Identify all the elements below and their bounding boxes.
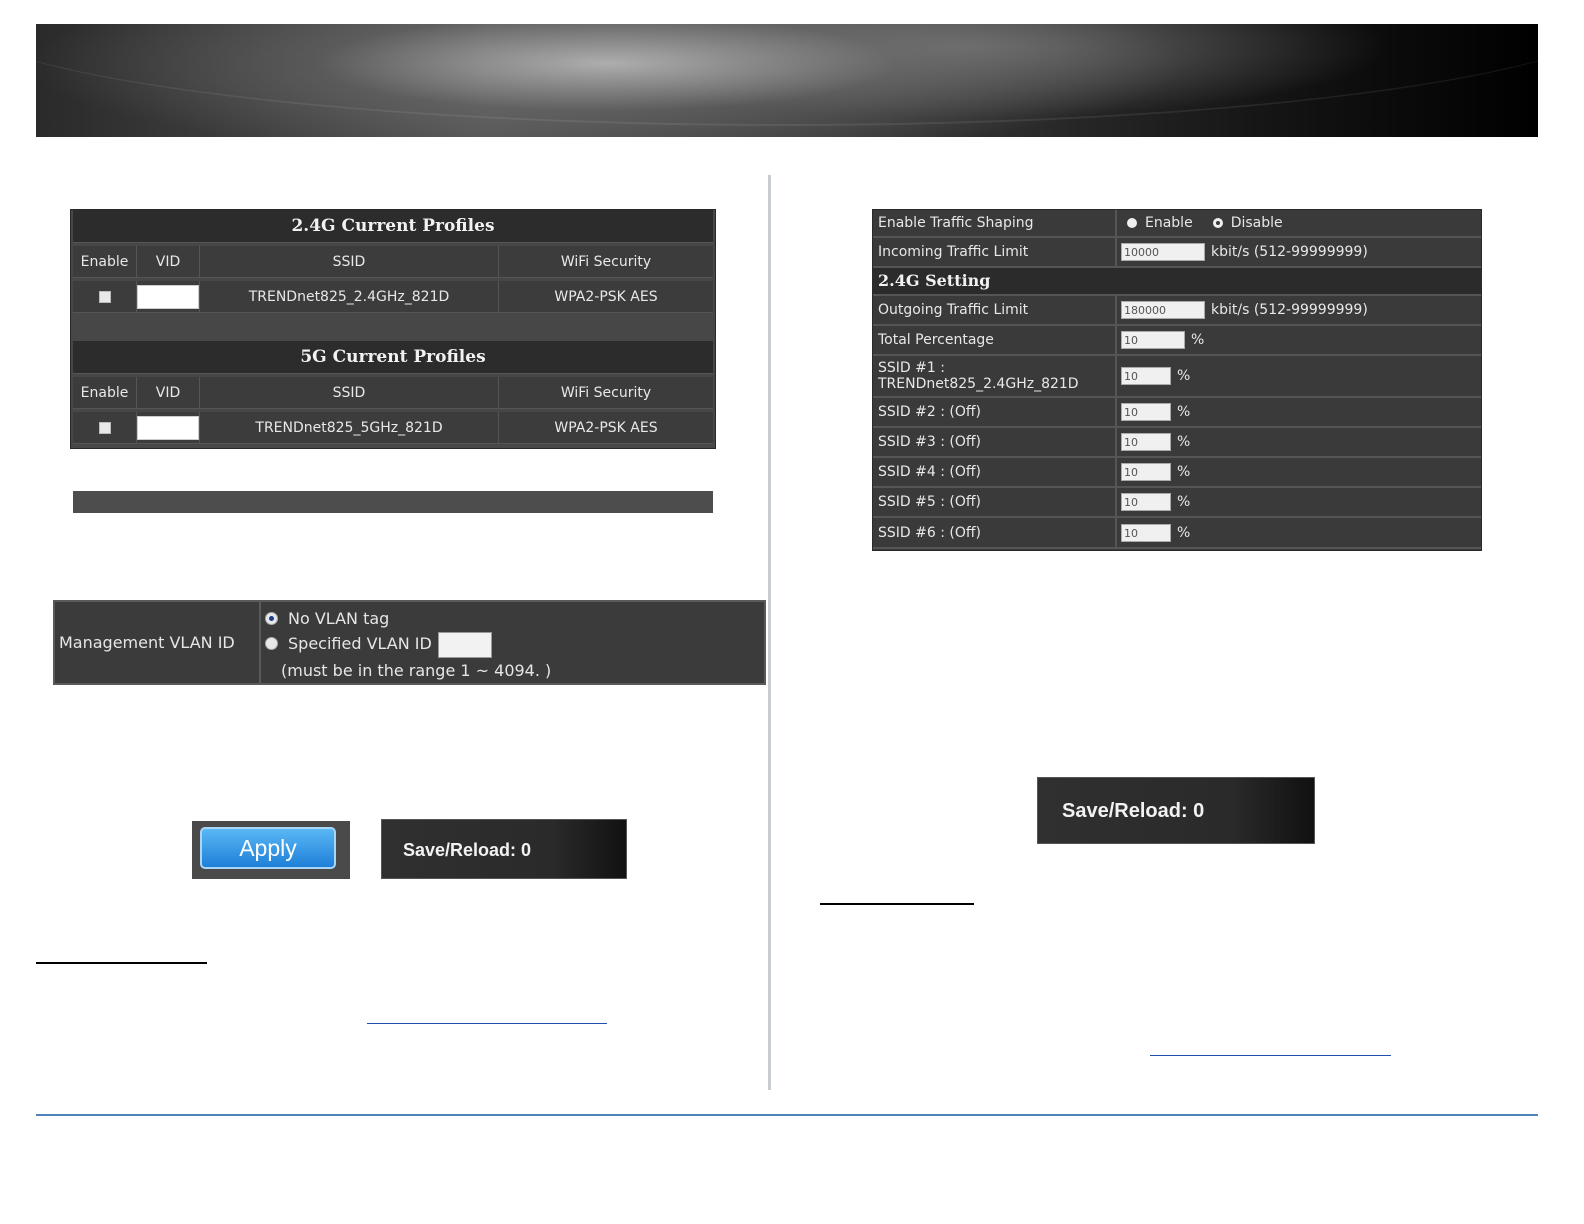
management-vlan-label: Management VLAN ID xyxy=(59,602,261,683)
percent-sign: % xyxy=(1177,368,1191,384)
table-row: TRENDnet825_2.4GHz_821D WPA2-PSK AES xyxy=(73,281,713,313)
save-reload-button[interactable]: Save/Reload: 0 xyxy=(381,819,627,879)
radio-enable-icon[interactable] xyxy=(1127,218,1137,228)
vlan-id-input[interactable] xyxy=(437,631,492,658)
option-label: Specified VLAN ID xyxy=(288,634,432,653)
ssid-5-label: SSID #5 : (Off) xyxy=(873,488,1117,516)
row-ssid-4: SSID #4 : (Off) 10% xyxy=(873,458,1481,488)
row-ssid-2: SSID #2 : (Off) 10% xyxy=(873,398,1481,428)
management-vlan-options: No VLAN tag Specified VLAN ID (must be i… xyxy=(265,606,551,683)
ssid-2-percent-input[interactable]: 10 xyxy=(1121,403,1171,421)
security-cell: WPA2-PSK AES xyxy=(499,281,713,313)
ssid-3-label: SSID #3 : (Off) xyxy=(873,428,1117,456)
incoming-limit-label: Incoming Traffic Limit xyxy=(873,238,1117,266)
link-underline-right[interactable] xyxy=(1150,1055,1391,1056)
profiles-24g-header-row: Enable VID SSID WiFi Security xyxy=(73,246,713,278)
section-24g-setting: 2.4G Setting xyxy=(873,268,1481,296)
row-enable-traffic-shaping: Enable Traffic Shaping Enable Disable xyxy=(873,210,1481,238)
col-ssid: SSID xyxy=(200,377,499,409)
ssid-1-percent-input[interactable]: 10 xyxy=(1121,367,1171,385)
apply-button[interactable]: Apply xyxy=(200,827,336,869)
vid-input-24g[interactable] xyxy=(137,284,199,309)
vid-input-5g[interactable] xyxy=(137,415,199,440)
disable-option-label: Disable xyxy=(1230,215,1283,231)
radio-icon[interactable] xyxy=(265,637,278,650)
save-reload-button-right[interactable]: Save/Reload: 0 xyxy=(1037,777,1315,844)
enable-checkbox-24g[interactable] xyxy=(98,290,111,303)
row-outgoing-limit: Outgoing Traffic Limit 180000 kbit/s (512… xyxy=(873,296,1481,326)
ssid-4-label: SSID #4 : (Off) xyxy=(873,458,1117,486)
outgoing-limit-label: Outgoing Traffic Limit xyxy=(873,296,1117,324)
outgoing-unit: kbit/s (512-99999999) xyxy=(1211,302,1368,318)
percent-sign: % xyxy=(1177,404,1191,420)
ssid-label: SSID #1 : xyxy=(878,360,945,376)
percent-sign: % xyxy=(1191,332,1205,348)
row-ssid-5: SSID #5 : (Off) 10% xyxy=(873,488,1481,518)
profiles-5g-title: 5G Current Profiles xyxy=(73,341,713,374)
row-ssid-1: SSID #1 : TRENDnet825_2.4GHz_821D 10% xyxy=(873,356,1481,398)
col-enable: Enable xyxy=(73,377,137,409)
option-label: No VLAN tag xyxy=(288,609,390,628)
table-row: TRENDnet825_5GHz_821D WPA2-PSK AES xyxy=(73,412,713,444)
percent-sign: % xyxy=(1177,494,1191,510)
heading-underline-right xyxy=(820,903,974,905)
total-percentage-input[interactable]: 10 xyxy=(1121,331,1185,349)
percent-sign: % xyxy=(1177,434,1191,450)
col-vid: VID xyxy=(137,246,200,278)
ssid-6-percent-input[interactable]: 10 xyxy=(1121,523,1171,542)
percent-sign: % xyxy=(1177,464,1191,480)
option-no-vlan-tag[interactable]: No VLAN tag xyxy=(265,606,551,631)
outgoing-limit-input[interactable]: 180000 xyxy=(1121,301,1205,319)
current-profiles-table: 2.4G Current Profiles Enable VID SSID Wi… xyxy=(70,209,716,513)
profiles-5g-header-row: Enable VID SSID WiFi Security xyxy=(73,377,713,409)
heading-underline-left xyxy=(36,962,207,964)
traffic-shaping-table: Enable Traffic Shaping Enable Disable In… xyxy=(872,209,1482,551)
range-note: (must be in the range 1 ~ 4094. ) xyxy=(281,660,552,680)
row-total-percentage: Total Percentage 10% xyxy=(873,326,1481,356)
incoming-limit-input[interactable]: 10000 xyxy=(1121,243,1205,261)
ssid-5-percent-input[interactable]: 10 xyxy=(1121,493,1171,511)
radio-disable-icon[interactable] xyxy=(1212,218,1223,228)
ssid-4-percent-input[interactable]: 10 xyxy=(1121,463,1171,481)
table-spacer xyxy=(73,491,713,513)
management-vlan-panel: Management VLAN ID No VLAN tag Specified… xyxy=(53,600,766,685)
column-divider xyxy=(768,175,771,1090)
col-vid: VID xyxy=(137,377,200,409)
incoming-unit: kbit/s (512-99999999) xyxy=(1211,244,1368,260)
ssid-2-label: SSID #2 : (Off) xyxy=(873,398,1117,426)
ssid-name: TRENDnet825_2.4GHz_821D xyxy=(878,376,1079,392)
enable-option-label: Enable xyxy=(1145,215,1193,231)
ssid-3-percent-input[interactable]: 10 xyxy=(1121,433,1171,451)
ssid-1-label: SSID #1 : TRENDnet825_2.4GHz_821D xyxy=(873,356,1117,396)
col-security: WiFi Security xyxy=(499,246,713,278)
security-cell: WPA2-PSK AES xyxy=(499,412,713,444)
apply-button-frame: Apply xyxy=(192,821,350,879)
ssid-cell: TRENDnet825_2.4GHz_821D xyxy=(200,281,499,313)
percent-sign: % xyxy=(1177,524,1191,541)
total-percentage-label: Total Percentage xyxy=(873,326,1117,354)
ssid-6-label: SSID #6 : (Off) xyxy=(873,518,1117,547)
row-ssid-3: SSID #3 : (Off) 10% xyxy=(873,428,1481,458)
header-banner xyxy=(36,24,1538,137)
link-underline-left[interactable] xyxy=(367,1023,607,1024)
option-specified-vlan[interactable]: Specified VLAN ID xyxy=(265,631,551,658)
profiles-24g-title: 2.4G Current Profiles xyxy=(73,210,713,243)
row-ssid-6: SSID #6 : (Off) 10% xyxy=(873,518,1481,549)
col-ssid: SSID xyxy=(200,246,499,278)
footer-rule xyxy=(36,1114,1538,1116)
ssid-cell: TRENDnet825_5GHz_821D xyxy=(200,412,499,444)
radio-selected-icon[interactable] xyxy=(265,612,278,625)
enable-checkbox-5g[interactable] xyxy=(98,421,111,434)
enable-traffic-shaping-label: Enable Traffic Shaping xyxy=(873,210,1117,236)
col-enable: Enable xyxy=(73,246,137,278)
row-incoming-limit: Incoming Traffic Limit 10000 kbit/s (512-… xyxy=(873,238,1481,268)
col-security: WiFi Security xyxy=(499,377,713,409)
